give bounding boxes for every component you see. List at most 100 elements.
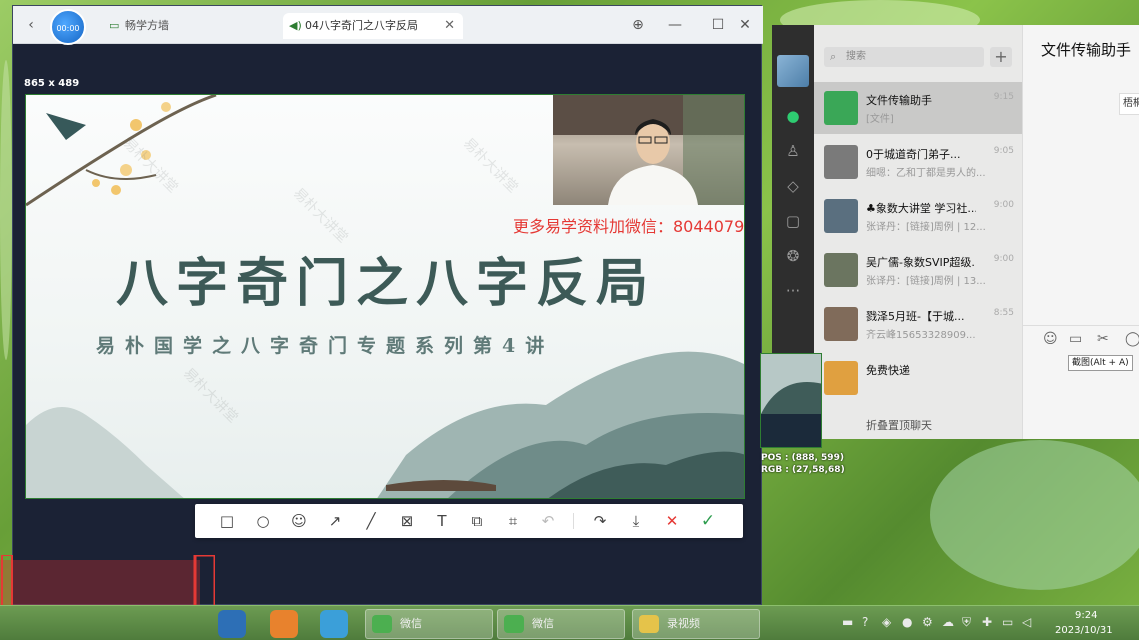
avatar[interactable] bbox=[777, 55, 809, 87]
chat-bubble-icon[interactable]: ◯ bbox=[1125, 331, 1139, 347]
chat-item[interactable]: 戮泽5月班-【于城... 齐云峰15653328909... 8:55 bbox=[814, 298, 1022, 350]
cursor-rgb: RGB : (27,58,68) bbox=[761, 465, 845, 475]
chat-avatar bbox=[824, 91, 858, 125]
emoji-icon[interactable]: ☺ bbox=[289, 511, 309, 531]
tab-current-video[interactable]: ◀) 04八字奇门之八字反局 ✕ bbox=[283, 13, 463, 39]
chat-icon[interactable]: ● bbox=[782, 105, 804, 127]
back-icon[interactable]: ‹ bbox=[21, 15, 41, 35]
volume-icon[interactable]: ◁ bbox=[1022, 615, 1031, 629]
shortcut-tooltip: 截图(Alt + A) bbox=[1068, 355, 1133, 371]
security-icon[interactable]: ✚ bbox=[982, 615, 992, 629]
chat-item[interactable]: 吴广儒-象数SVIP超级... 张译丹：[链接]周例 | 13... 9:00 bbox=[814, 244, 1022, 296]
player-logo: 00:00 bbox=[50, 9, 86, 45]
scissors-icon[interactable]: ✂ bbox=[1097, 331, 1109, 347]
magnifier-preview bbox=[760, 353, 822, 448]
files-icon[interactable]: ▢ bbox=[782, 210, 804, 232]
pen-icon[interactable]: ╱ bbox=[361, 511, 381, 531]
share-icon[interactable]: ↷ bbox=[590, 511, 610, 531]
cursor-info: POS : (888, 599) RGB : (27,58,68) bbox=[761, 452, 845, 476]
desktop-leaf bbox=[0, 60, 12, 360]
tab-square[interactable]: ▭ 畅学方墙 bbox=[103, 13, 283, 39]
chat-preview: 齐云峰15653328909... bbox=[866, 330, 976, 341]
search-icon: ⌕ bbox=[830, 50, 837, 63]
ocr-icon[interactable]: ⌗ bbox=[503, 511, 523, 531]
favorites-icon[interactable]: ◇ bbox=[782, 175, 804, 197]
tab-label: 畅学方墙 bbox=[125, 19, 169, 32]
video-frame-slide[interactable]: 易朴大讲堂 易朴大讲堂 易朴大讲堂 易朴大讲堂 更多易学资料加微信：804407… bbox=[25, 94, 745, 499]
tab-close-icon[interactable]: ✕ bbox=[444, 13, 455, 39]
taskbar-window-label: 微信 bbox=[532, 617, 554, 630]
emoji-icon[interactable]: ☺ bbox=[1043, 331, 1058, 347]
chat-avatar bbox=[824, 145, 858, 179]
chat-preview: 张译丹：[链接]周例 | 12... bbox=[866, 222, 986, 233]
chat-preview: [文件] bbox=[866, 114, 894, 125]
pin-icon[interactable]: ⧉ bbox=[467, 511, 487, 531]
contacts-icon[interactable]: ♙ bbox=[782, 140, 804, 162]
minimize-icon[interactable]: — bbox=[665, 15, 685, 35]
moments-icon[interactable]: ❂ bbox=[782, 245, 804, 267]
wechat-window: ● ♙ ◇ ▢ ❂ ··· ⌕ 搜索 + 文件传输助手 [文件] 9:15 0于… bbox=[772, 25, 1139, 439]
folder-icon[interactable]: ▭ bbox=[1069, 331, 1082, 347]
rectangle-icon[interactable]: □ bbox=[217, 511, 237, 531]
search-input[interactable]: ⌕ 搜索 bbox=[824, 47, 984, 67]
selection-size-label: 865 x 489 bbox=[24, 78, 80, 89]
mountain-illustration bbox=[26, 351, 744, 498]
taskbar-window-recorder[interactable]: 录视频 bbox=[632, 609, 760, 639]
globe-icon[interactable]: ⊕ bbox=[628, 15, 648, 35]
app-icon-a[interactable] bbox=[218, 610, 246, 638]
close-icon[interactable]: ✕ bbox=[735, 15, 755, 35]
wechat-icon bbox=[504, 615, 524, 633]
chat-preview: 张译丹：[链接]周例 | 13... bbox=[866, 276, 986, 287]
clock-date[interactable]: 2023/10/31 bbox=[1055, 625, 1113, 636]
chat-item[interactable]: 免费快递 bbox=[814, 352, 1022, 404]
display-icon[interactable]: ▭ bbox=[1002, 615, 1013, 629]
ellipse-icon[interactable]: ○ bbox=[253, 511, 273, 531]
slide-subtitle: 易朴国学之八字奇门专题系列第4讲 bbox=[96, 335, 555, 357]
tab-label: 04八字奇门之八字反局 bbox=[305, 19, 418, 32]
chat-preview: 细嗯：乙和丁都是男人的... bbox=[866, 168, 986, 179]
fold-pinned-chats[interactable]: 折叠置顶聊天 bbox=[866, 417, 932, 433]
watermark: 易朴大讲堂 bbox=[459, 135, 521, 197]
magnifier-image bbox=[761, 354, 821, 447]
clock-time[interactable]: 9:24 bbox=[1075, 610, 1097, 621]
network-icon[interactable]: ◈ bbox=[882, 615, 891, 629]
chat-name: 文件传输助手 bbox=[866, 94, 932, 107]
chat-avatar bbox=[824, 361, 858, 395]
chat-item[interactable]: 文件传输助手 [文件] 9:15 bbox=[814, 82, 1022, 134]
app-icon-player[interactable] bbox=[320, 610, 348, 638]
chat-item[interactable]: 0于城道奇门弟子... 细嗯：乙和丁都是男人的... 9:05 bbox=[814, 136, 1022, 188]
cloud-icon[interactable]: ☁ bbox=[942, 615, 954, 629]
shield-icon[interactable]: ⛨ bbox=[962, 615, 971, 630]
confirm-icon[interactable]: ✓ bbox=[698, 511, 718, 531]
chat-item[interactable]: ♣象数大讲堂 学习社... 张译丹：[链接]周例 | 12... 9:00 bbox=[814, 190, 1022, 242]
undo-icon[interactable]: ↶ bbox=[538, 511, 558, 531]
chat-time: 9:00 bbox=[993, 200, 1014, 210]
keyboard-icon[interactable]: ▬ bbox=[842, 615, 853, 629]
settings-icon[interactable]: ⚙ bbox=[922, 615, 933, 629]
slide-title: 八字奇门之八字反局 bbox=[116, 253, 657, 314]
taskbar-window-wechat[interactable]: 微信 bbox=[365, 609, 493, 639]
cursor-position: POS : (888, 599) bbox=[761, 453, 844, 463]
system-tray: ▬ ? ◈ ● ⚙ ☁ ⛨ ✚ ▭ ◁ bbox=[838, 606, 1038, 640]
player-tab-bar: ‹ 00:00 ▭ 畅学方墙 ◀) 04八字奇门之八字反局 ✕ ⊕ — ☐ ✕ bbox=[13, 6, 763, 45]
search-placeholder: 搜索 bbox=[846, 51, 866, 62]
add-button[interactable]: + bbox=[990, 47, 1012, 67]
mosaic-icon[interactable]: ⊠ bbox=[397, 511, 417, 531]
taskbar-window-wechat[interactable]: 微信 bbox=[497, 609, 625, 639]
chat-panel-button[interactable]: 梧桐 bbox=[1119, 93, 1139, 115]
chat-avatar bbox=[824, 199, 858, 233]
cancel-icon[interactable]: ✕ bbox=[662, 511, 682, 531]
help-icon[interactable]: ? bbox=[862, 615, 868, 629]
taskbar-window-label: 录视频 bbox=[667, 617, 700, 630]
download-icon[interactable]: ⤓ bbox=[626, 511, 646, 531]
arrow-icon[interactable]: ↗ bbox=[325, 511, 345, 531]
chat-avatar bbox=[824, 253, 858, 287]
maximize-icon[interactable]: ☐ bbox=[708, 15, 728, 35]
more-icon[interactable]: ··· bbox=[782, 280, 804, 302]
app-icon-orange[interactable] bbox=[270, 610, 298, 638]
wechat-tray-icon[interactable]: ● bbox=[902, 615, 912, 629]
chat-name: 戮泽5月班-【于城... bbox=[866, 310, 965, 323]
text-icon[interactable]: T bbox=[432, 511, 452, 531]
taskbar: 微信 微信 录视频 ▬ ? ◈ ● ⚙ ☁ ⛨ ✚ ▭ ◁ 9:24 2023/… bbox=[0, 605, 1139, 640]
tab-page-icon: ▭ bbox=[109, 19, 120, 32]
